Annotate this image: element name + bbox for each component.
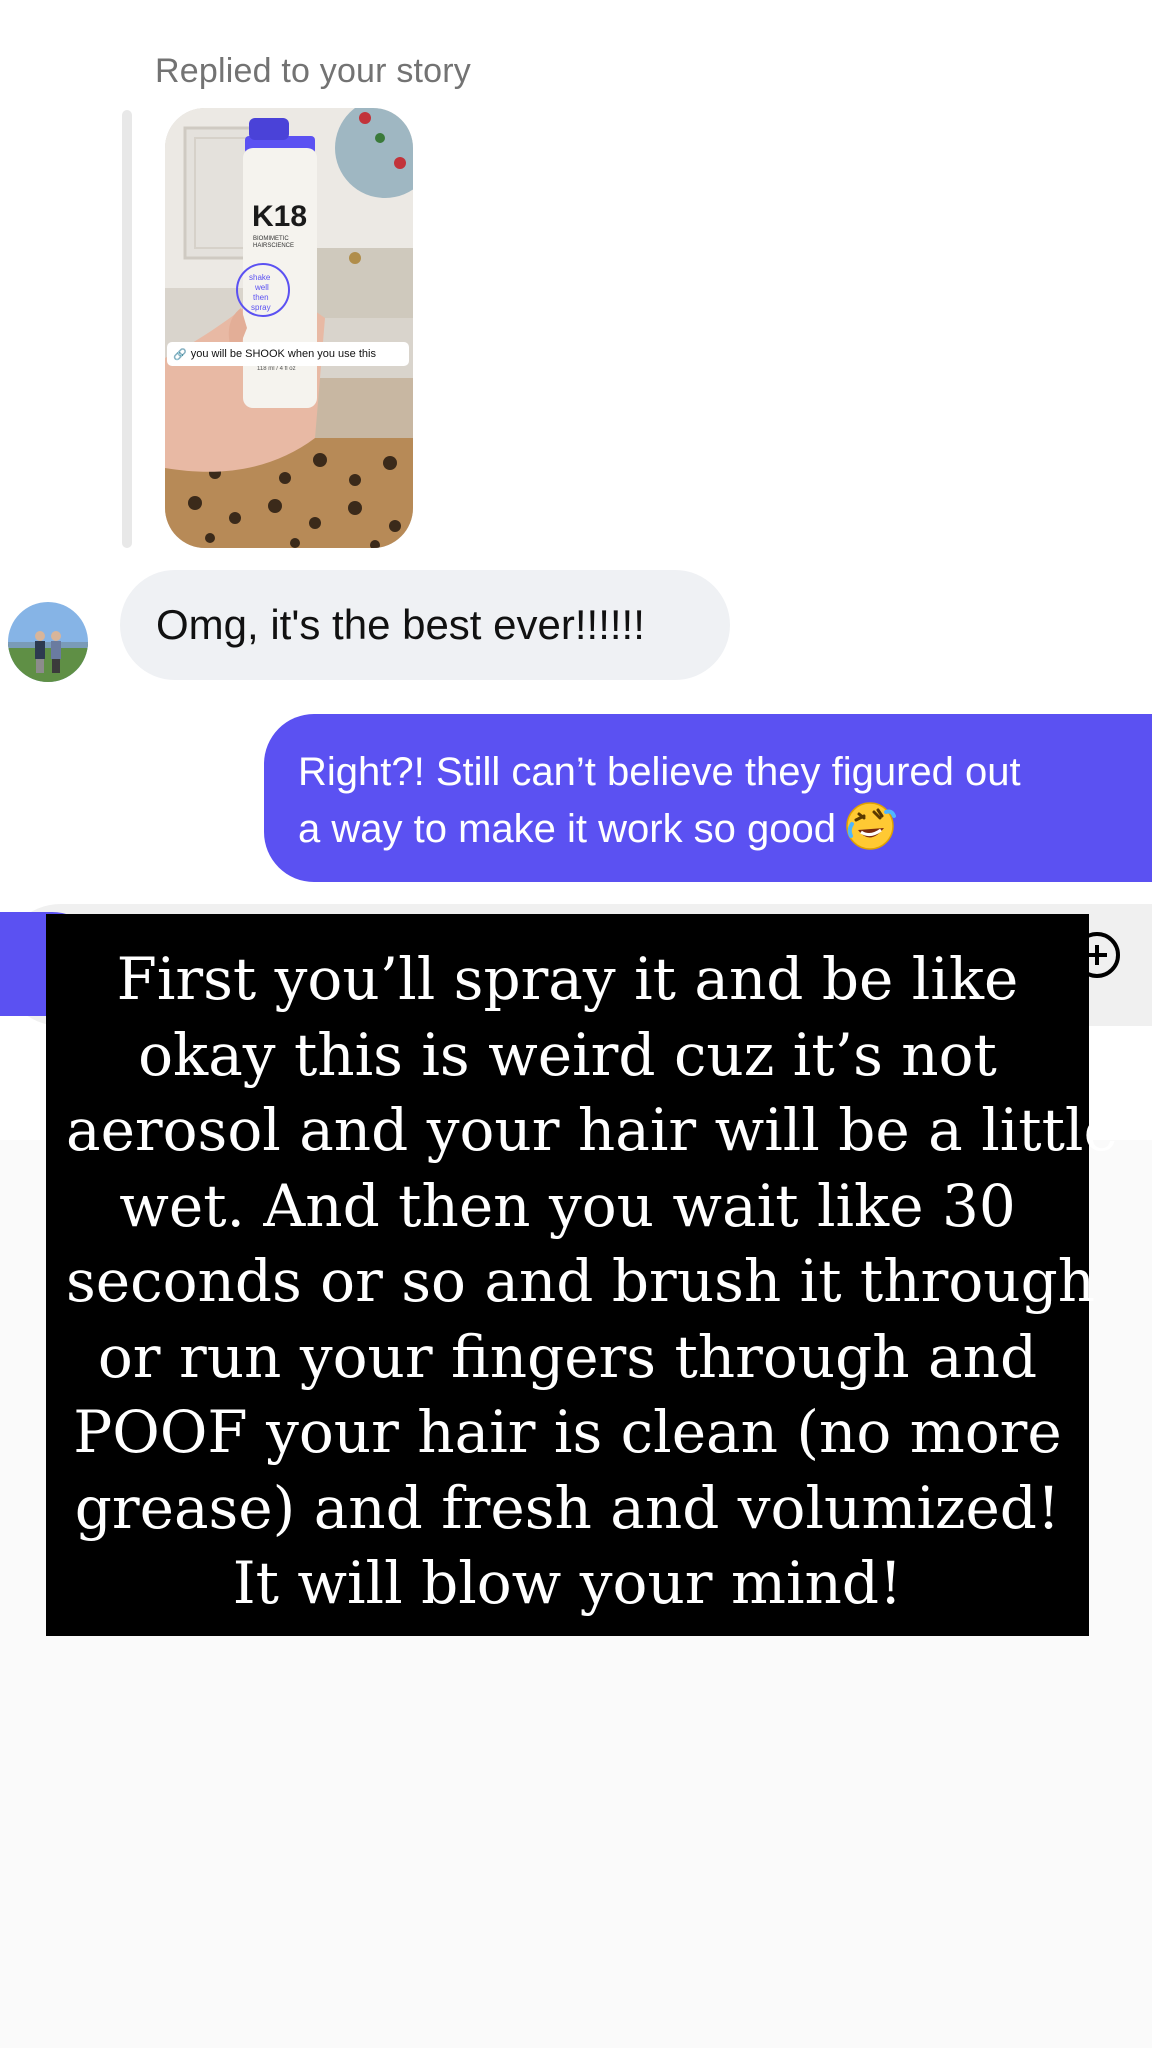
svg-text:spray: spray (251, 303, 271, 312)
avatar-image (8, 602, 88, 682)
overlay-line-1: First you’ll spray it and be like (116, 945, 1019, 1013)
overlay-line-5: seconds or so and brush it through (66, 1247, 1096, 1315)
reply-quote-bar (122, 110, 132, 548)
overlay-line-9: It will blow your mind! (232, 1549, 903, 1617)
svg-text:then: then (253, 293, 269, 302)
story-link-sticker[interactable]: 🔗 you will be SHOOK when you use this (167, 342, 409, 366)
replied-to-story-label: Replied to your story (155, 52, 472, 90)
overlay-line-3: aerosol and your hair will be a little (66, 1096, 1118, 1164)
bottle-brand-text: K18 (252, 200, 307, 233)
overlay-line-8: grease) and fresh and volumized! (74, 1473, 1061, 1542)
incoming-message-bubble[interactable]: Omg, it's the best ever!!!!!! (120, 570, 730, 680)
svg-text:HAIRSCIENCE: HAIRSCIENCE (253, 243, 294, 249)
overlay-line-4: wet. And then you wait like 30 (119, 1171, 1016, 1240)
overlay-line-7: POOF your hair is clean (no more (73, 1398, 1062, 1466)
svg-text:BIOMIMETIC: BIOMIMETIC (253, 236, 289, 242)
outgoing-message-line-2-text: a way to make it work so good (298, 807, 837, 851)
outgoing-message-bubble[interactable]: Right?! Still can’t believe they figured… (264, 714, 1152, 882)
svg-text:well: well (254, 283, 269, 292)
overlay-line-6: or run your fingers through and (97, 1322, 1038, 1391)
avatar[interactable] (8, 602, 88, 682)
rolling-on-floor-laughing-emoji-icon (846, 802, 897, 850)
overlay-line-2: okay this is weird cuz it’s not (138, 1020, 997, 1089)
story-sticker-text: you will be SHOOK when you use this (190, 348, 376, 360)
svg-text:118 ml / 4 fl oz: 118 ml / 4 fl oz (257, 366, 296, 372)
outgoing-message-line-1: Right?! Still can’t believe they figured… (298, 750, 1021, 794)
incoming-message-text: Omg, it's the best ever!!!!!! (156, 601, 645, 648)
story-text-overlay: First you’ll spray it and be like okay t… (46, 914, 1118, 1636)
story-image: K18 BIOMIMETIC HAIRSCIENCE shake well th… (165, 108, 413, 548)
outgoing-message-line-2: a way to make it work so good (298, 800, 1152, 857)
svg-text:shake: shake (249, 273, 271, 282)
link-icon: 🔗 (173, 348, 187, 361)
story-thumbnail[interactable]: K18 BIOMIMETIC HAIRSCIENCE shake well th… (165, 108, 413, 548)
